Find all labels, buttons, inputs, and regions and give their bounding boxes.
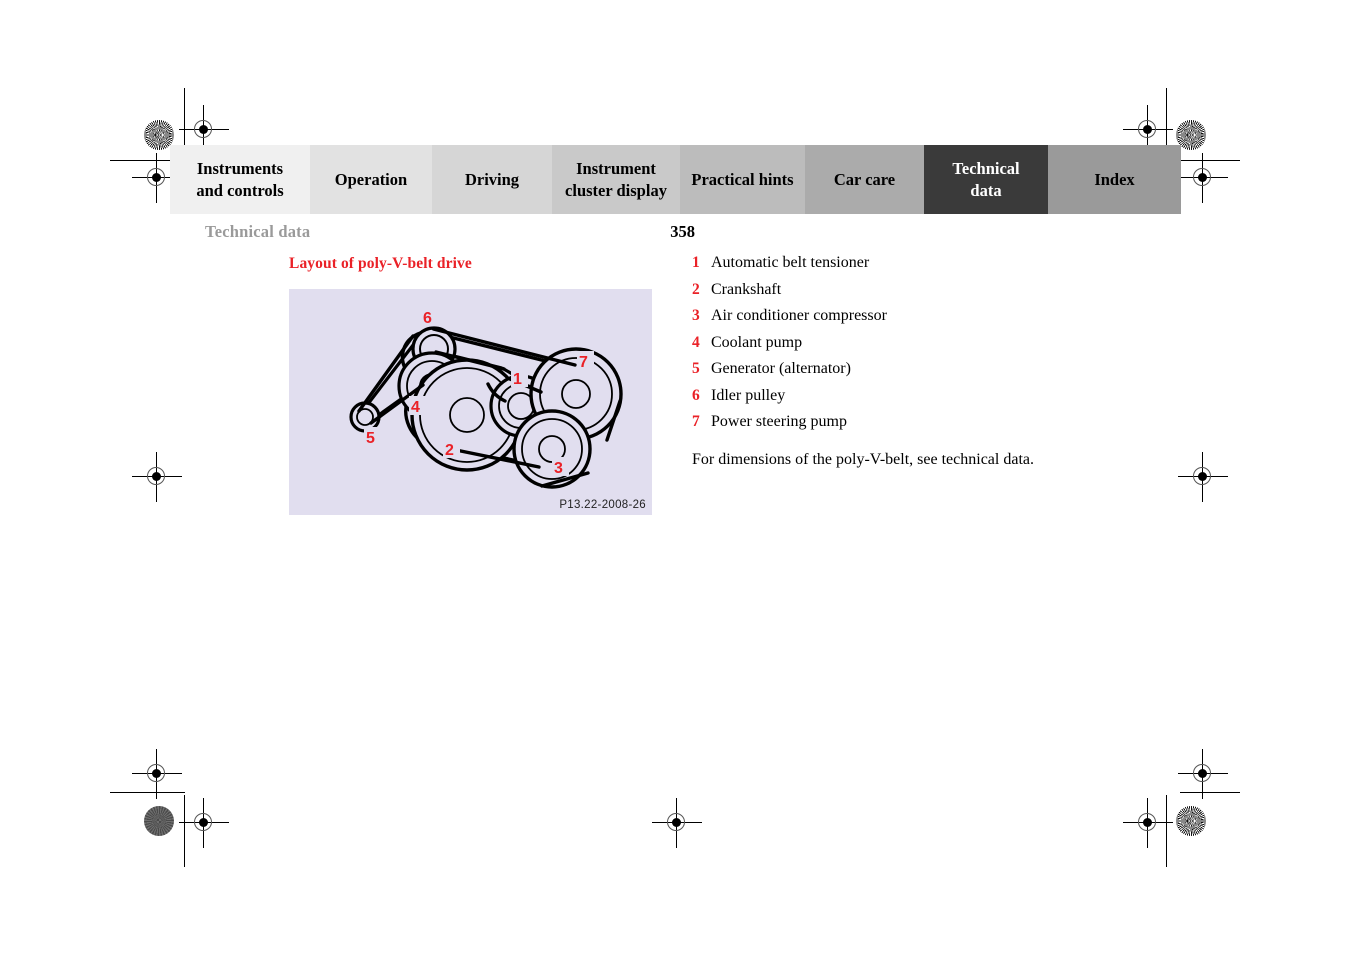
- legend-item: 7 Power steering pump: [692, 413, 1122, 431]
- legend-item-label: Air conditioner compressor: [711, 307, 887, 324]
- registration-target-bottom-right-lower: [1123, 798, 1173, 848]
- legend-item: 4 Coolant pump: [692, 334, 1122, 352]
- belt-drive-schematic: 6 4 5 2 1 7 3: [349, 307, 623, 489]
- legend-item-number: 7: [692, 413, 700, 430]
- chapter-tab-practical-hints[interactable]: Practical hints: [680, 145, 805, 214]
- registration-target-top-right-upper: [1123, 105, 1173, 155]
- legend-item: 6 Idler pulley: [692, 387, 1122, 405]
- legend-item: 2 Crankshaft: [692, 281, 1122, 299]
- registration-target-bottom-left-upper: [132, 749, 182, 799]
- callout-4: 4: [411, 399, 420, 416]
- legend-item-number: 6: [692, 386, 700, 404]
- legend-list: 1 Automatic belt tensioner 2 Crankshaft 3 Air…: [692, 254, 1122, 431]
- registration-starburst-bottom-left: [144, 806, 174, 836]
- registration-target-top-left-lower: [132, 153, 182, 203]
- pulley-5-generator: [349, 401, 381, 433]
- chapter-tab-label: Instruments and controls: [196, 159, 284, 200]
- chapter-tab-label: Practical hints: [691, 169, 794, 189]
- legend-item-label: Generator (alternator): [711, 360, 851, 377]
- registration-target-bottom-left-lower: [179, 798, 229, 848]
- chapter-tab-car-care[interactable]: Car care: [805, 145, 924, 214]
- chapter-tab-label: Driving: [464, 169, 520, 189]
- page-number: 358: [670, 222, 695, 241]
- chapter-tab-technical-data[interactable]: Technical data: [924, 145, 1048, 214]
- chapter-tab-index[interactable]: Index: [1048, 145, 1181, 214]
- registration-target-bottom-right-upper: [1178, 749, 1228, 799]
- registration-target-bottom-center: [652, 798, 702, 848]
- legend-item: 1 Automatic belt tensioner: [692, 254, 1122, 272]
- callout-3: 3: [554, 460, 563, 477]
- registration-starburst-bottom-right: [1176, 806, 1206, 836]
- crop-rule-bottom-right-vertical: [1166, 795, 1167, 867]
- callout-1: 1: [513, 371, 522, 388]
- legend-item-label: Idler pulley: [711, 386, 786, 404]
- poly-v-belt-diagram: 6 4 5 2 1 7 3 P13.22-2008-26: [289, 289, 652, 515]
- chapter-tab-label: Index: [1094, 169, 1135, 189]
- legend-item-number: 5: [692, 360, 700, 377]
- crop-rule-bottom-left-horizontal: [110, 792, 185, 793]
- legend-column: 1 Automatic belt tensioner 2 Crankshaft 3 Air…: [692, 254, 1122, 469]
- chapter-tab-instruments-and-controls[interactable]: Instruments and controls: [170, 145, 310, 214]
- callout-2: 2: [445, 442, 454, 459]
- legend-item-label: Power steering pump: [711, 413, 847, 430]
- chapter-tab-label: Car care: [833, 169, 896, 189]
- chapter-tab-instrument-cluster-display[interactable]: Instrument cluster display: [552, 145, 680, 214]
- legend-item-label: Crankshaft: [711, 280, 782, 298]
- crop-rule-bottom-right-horizontal: [1180, 792, 1240, 793]
- callout-5: 5: [366, 430, 375, 447]
- legend-note: For dimensions of the poly-V-belt, see t…: [692, 451, 1034, 468]
- running-head-section: Technical data: [205, 222, 311, 241]
- legend-item-number: 4: [692, 333, 700, 351]
- chapter-tab-label: Instrument cluster display: [565, 159, 667, 200]
- legend-item: 3 Air conditioner compressor: [692, 307, 1122, 325]
- chapter-tab-operation[interactable]: Operation: [310, 145, 432, 214]
- callout-6: 6: [423, 310, 432, 327]
- crop-rule-bottom-left-vertical: [184, 795, 185, 867]
- chapter-tab-label: Technical data: [952, 159, 1020, 200]
- chapter-tab-bar: Instruments and controls Operation Driving I…: [170, 145, 1181, 214]
- figure-column: Layout of poly-V-belt drive 6 4 5 2 1 7 …: [289, 255, 669, 515]
- legend-item-number: 3: [692, 307, 700, 324]
- registration-target-top-left-upper: [179, 105, 229, 155]
- figure-caption: P13.22-2008-26: [559, 499, 646, 511]
- chapter-tab-driving[interactable]: Driving: [432, 145, 552, 214]
- running-head: Technical data 358: [205, 222, 695, 242]
- legend-item-label: Automatic belt tensioner: [711, 254, 870, 271]
- legend-item: 5 Generator (alternator): [692, 360, 1122, 378]
- legend-item-number: 1: [692, 254, 700, 271]
- registration-target-top-right-lower: [1178, 153, 1228, 203]
- registration-target-middle-left: [132, 452, 182, 502]
- figure-title: Layout of poly-V-belt drive: [289, 255, 472, 272]
- registration-target-middle-right: [1178, 452, 1228, 502]
- legend-item-label: Coolant pump: [711, 333, 803, 351]
- callout-7: 7: [579, 354, 588, 371]
- legend-item-number: 2: [692, 280, 700, 298]
- chapter-tab-label: Operation: [334, 169, 408, 189]
